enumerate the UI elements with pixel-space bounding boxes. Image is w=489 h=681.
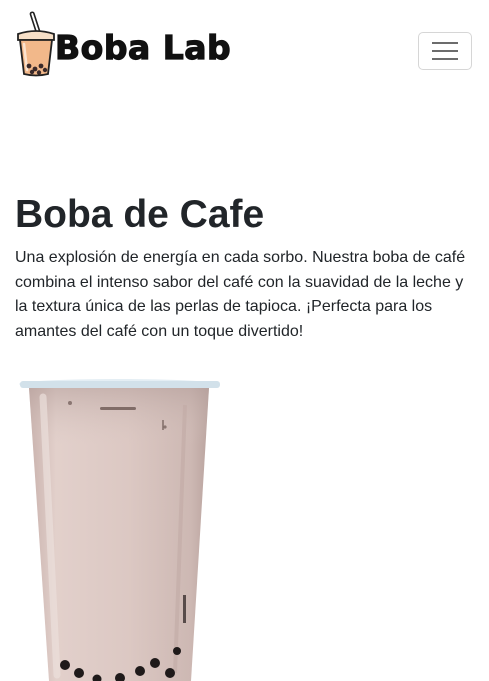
hamburger-menu-icon: [432, 42, 458, 61]
product-description: Una explosión de energía en cada sorbo. …: [15, 249, 466, 340]
boba-cup-logo-icon: [17, 11, 55, 77]
menu-toggle-button[interactable]: [418, 32, 472, 70]
navbar: Boba Lab: [0, 0, 489, 100]
product-title: Boba de Cafe: [15, 193, 265, 236]
coffee-boba-drink-image: [19, 379, 220, 681]
page: Boba Lab Boba de Cafe Una explosión de e…: [0, 0, 489, 681]
brand-link[interactable]: Boba Lab: [15, 10, 231, 80]
brand-name: Boba Lab: [54, 27, 232, 67]
